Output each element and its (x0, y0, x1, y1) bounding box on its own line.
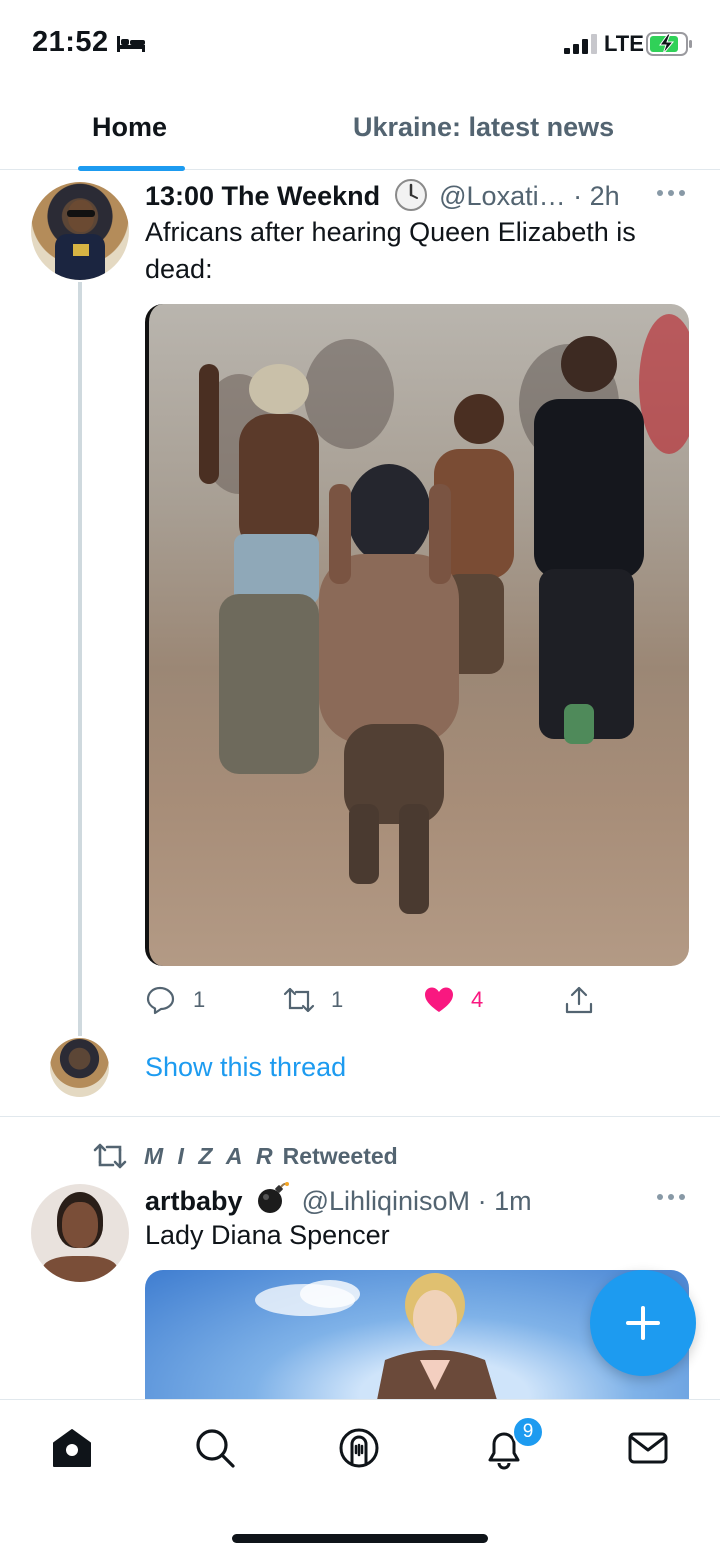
timestamp: · 2h (573, 181, 620, 211)
share-button[interactable] (563, 982, 611, 1018)
like-button[interactable]: 4 (423, 982, 483, 1018)
tweet-divider (0, 1116, 720, 1117)
display-name[interactable]: artbaby (145, 1186, 243, 1216)
home-indicator (232, 1534, 488, 1543)
status-bar: 21:52 LTE (0, 0, 720, 88)
clock-icon (394, 179, 427, 211)
thread-line (78, 282, 82, 1036)
reply-icon (146, 986, 175, 1015)
handle[interactable]: @LihliqinisoM (302, 1186, 470, 1216)
reply-button[interactable]: 1 (145, 982, 205, 1018)
timestamp: · 1m (477, 1186, 532, 1216)
spaces-icon (339, 1428, 379, 1468)
avatar[interactable] (31, 1184, 129, 1282)
retweet-button[interactable]: 1 (283, 982, 343, 1018)
crowd-photo (199, 314, 689, 914)
nav-search[interactable] (193, 1426, 237, 1470)
like-count: 4 (471, 987, 484, 1012)
bottom-navigation: 9 (0, 1399, 720, 1559)
search-icon (196, 1429, 235, 1468)
retweeted-by-row[interactable]: M I Z A R Retweeted (92, 1140, 398, 1172)
notification-badge: 9 (512, 1416, 544, 1448)
tweet-header: 13:00 The Weeknd @Loxati… · 2h (145, 178, 620, 212)
tweet-text: Lady Diana Spencer (145, 1220, 390, 1250)
timeline-tabs: Home Ukraine: latest news (0, 88, 720, 171)
show-thread-link[interactable]: Show this thread (145, 1052, 346, 1083)
signal-icon (564, 34, 597, 54)
retweet-count: 1 (331, 987, 344, 1012)
share-icon (565, 986, 593, 1014)
heart-icon (425, 987, 453, 1012)
nav-spaces[interactable] (337, 1426, 381, 1470)
retweet-icon (93, 1143, 127, 1169)
nav-messages[interactable] (626, 1426, 670, 1470)
reply-count: 1 (193, 987, 206, 1012)
retweeted-label: Retweeted (282, 1142, 398, 1169)
status-time: 21:52 (32, 26, 109, 58)
tweet-text: Africans after hearing Queen Elizabeth i… (145, 217, 636, 284)
display-name[interactable]: 13:00 The Weeknd (145, 181, 380, 211)
handle[interactable]: @Loxati… (439, 181, 565, 211)
tweet-header: artbaby @LihliqinisoM · 1m (145, 1180, 532, 1217)
bed-icon (117, 36, 145, 52)
tab-home[interactable]: Home (92, 112, 167, 143)
retweeter-name: M I Z A R (144, 1142, 277, 1169)
tweet-actions: 1 1 4 (145, 982, 615, 1018)
more-options-icon[interactable] (656, 189, 686, 197)
battery-charging-icon (646, 32, 692, 56)
tab-ukraine-news[interactable]: Ukraine: latest news (353, 112, 614, 143)
more-options-icon[interactable] (656, 1193, 686, 1201)
network-label: LTE (604, 31, 644, 56)
plus-icon (626, 1306, 660, 1340)
compose-tweet-button[interactable] (590, 1270, 696, 1376)
bomb-icon (258, 1182, 290, 1213)
retweet-icon (283, 987, 315, 1013)
thread-avatar[interactable] (50, 1038, 109, 1097)
messages-icon (628, 1432, 668, 1464)
tweet-media-image[interactable] (145, 304, 689, 966)
avatar[interactable] (31, 182, 129, 280)
nav-home[interactable] (50, 1426, 94, 1470)
home-icon (53, 1429, 91, 1467)
active-tab-indicator (78, 166, 185, 171)
